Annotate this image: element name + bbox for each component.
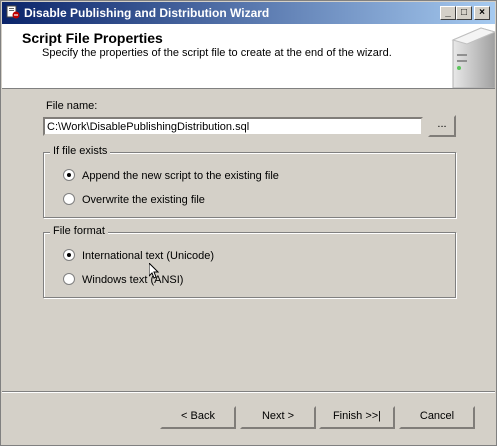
finish-button[interactable]: Finish >>| [319, 406, 395, 429]
page-title: Script File Properties [22, 30, 163, 46]
overwrite-radio[interactable] [63, 193, 75, 205]
wizard-window: Disable Publishing and Distribution Wiza… [0, 0, 497, 446]
append-radio[interactable] [63, 169, 75, 181]
close-button[interactable]: × [474, 6, 490, 20]
page-subtitle: Specify the properties of the script fil… [42, 47, 392, 59]
file-format-label: File format [50, 225, 108, 237]
ansi-radio[interactable] [63, 273, 75, 285]
back-button[interactable]: < Back [160, 406, 236, 429]
unicode-option-label[interactable]: International text (Unicode) [82, 250, 214, 262]
wizard-header: Script File Properties Specify the prope… [2, 24, 495, 89]
browse-button[interactable]: ... [428, 115, 456, 137]
cancel-button[interactable]: Cancel [399, 406, 475, 429]
file-format-group: File format [43, 225, 456, 298]
overwrite-option-label[interactable]: Overwrite the existing file [82, 194, 205, 206]
ansi-option-label[interactable]: Windows text (ANSI) [82, 274, 183, 286]
if-file-exists-group: If file exists [43, 145, 456, 218]
unicode-radio[interactable] [63, 249, 75, 261]
mouse-cursor-icon [149, 263, 159, 279]
footer-separator [2, 391, 495, 393]
title-bar[interactable]: Disable Publishing and Distribution Wiza… [2, 2, 495, 24]
minimize-button[interactable]: _ [440, 6, 456, 20]
append-option-label[interactable]: Append the new script to the existing fi… [82, 170, 279, 182]
file-name-input[interactable] [43, 117, 423, 136]
file-name-label: File name: [46, 100, 98, 112]
wizard-app-icon [6, 5, 20, 19]
maximize-button[interactable]: □ [456, 6, 472, 20]
window-title: Disable Publishing and Distribution Wiza… [24, 6, 270, 20]
if-file-exists-label: If file exists [50, 145, 111, 157]
next-button[interactable]: Next > [240, 406, 316, 429]
server-graphic [451, 27, 495, 88]
